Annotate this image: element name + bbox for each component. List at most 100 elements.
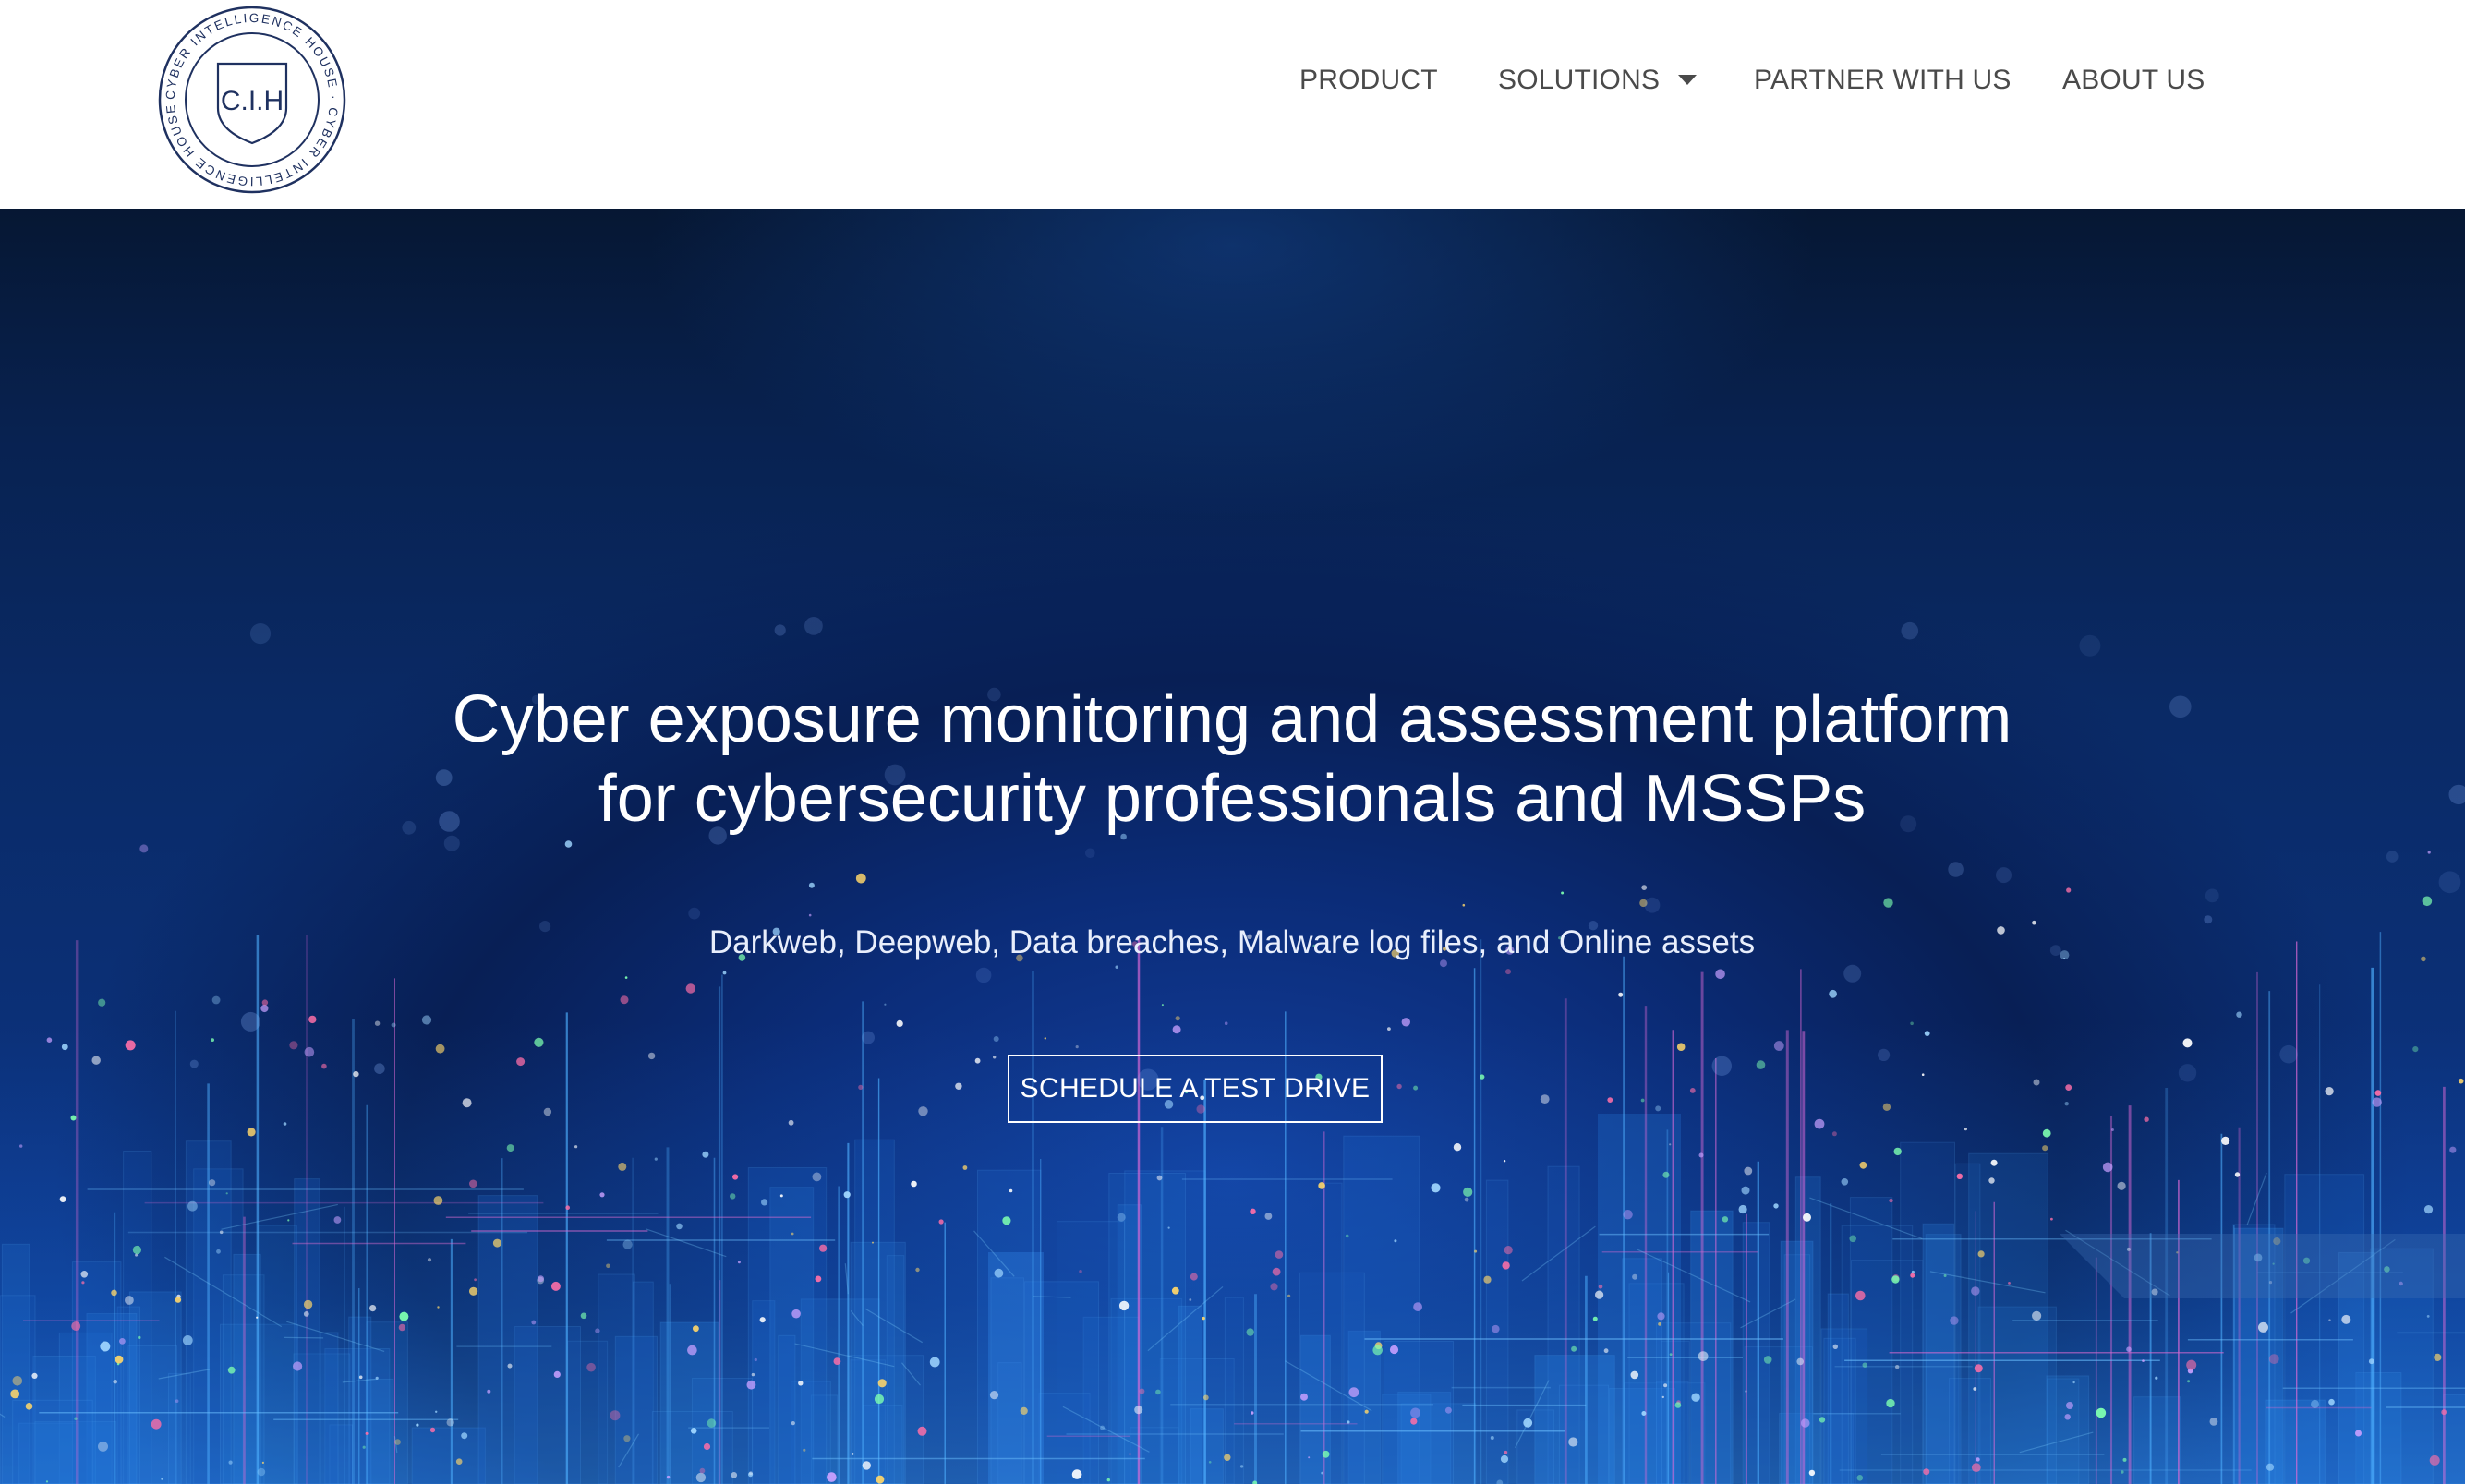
city-decoration <box>1171 1286 1179 1295</box>
city-decoration <box>1372 1345 1383 1356</box>
city-decoration <box>1463 1187 1473 1197</box>
city-decoration <box>1190 1408 1224 1484</box>
city-decoration <box>774 624 786 636</box>
city-decoration <box>1190 1273 1198 1281</box>
city-decoration <box>1644 897 1661 913</box>
city-decoration <box>477 1195 538 1484</box>
city-decoration <box>586 1362 596 1372</box>
city-decoration <box>113 1379 117 1384</box>
city-decoration <box>622 1239 633 1249</box>
city-decoration <box>1172 1025 1181 1034</box>
city-decoration <box>1175 1016 1180 1021</box>
city-decoration <box>228 1460 233 1465</box>
city-decoration <box>394 1439 401 1445</box>
city-decoration <box>365 1378 394 1484</box>
city-decoration <box>779 1194 783 1198</box>
city-decoration <box>1773 1203 1779 1209</box>
city-decoration <box>1698 1152 1704 1158</box>
city-decoration <box>1480 1074 1485 1080</box>
city-decoration <box>2204 915 2213 924</box>
city-decoration <box>1973 1387 1977 1391</box>
city-decoration <box>702 1151 709 1158</box>
city-decoration <box>240 1011 260 1032</box>
city-decoration <box>685 983 695 994</box>
city-decoration <box>804 617 823 635</box>
city-decoration <box>2079 634 2101 657</box>
hero-title: Cyber exposure monitoring and assessment… <box>308 680 2156 839</box>
city-decoration <box>189 1059 199 1068</box>
city-decoration <box>2421 956 2426 962</box>
city-decoration <box>1829 989 1837 998</box>
city-decoration <box>1676 1043 1686 1051</box>
city-decoration <box>1950 1316 1959 1325</box>
city-decoration <box>1741 1186 1750 1195</box>
city-decoration <box>321 1063 327 1069</box>
city-decoration <box>1592 1316 1598 1321</box>
city-decoration <box>2236 1011 2242 1018</box>
city-decoration <box>1630 1370 1639 1380</box>
city-decoration <box>618 1162 627 1171</box>
city-decoration <box>1855 1290 1866 1301</box>
city-decoration <box>1009 1188 1013 1193</box>
schedule-test-drive-button[interactable]: SCHEDULE A TEST DRIVE <box>1008 1055 1383 1123</box>
city-decoration <box>1921 1073 1925 1076</box>
city-decoration <box>1832 1344 1839 1350</box>
city-decoration <box>398 1323 406 1332</box>
nav-item-about-us[interactable]: ABOUT US <box>2062 59 2205 102</box>
city-decoration <box>81 1281 85 1285</box>
city-decoration <box>2133 1396 2181 1484</box>
city-decoration <box>2328 1398 2335 1406</box>
city-decoration <box>1744 1166 1753 1176</box>
city-decoration <box>666 1475 671 1479</box>
city-decoration <box>1299 1272 1365 1484</box>
nav-item-solutions[interactable]: SOLUTIONS <box>1498 59 1698 102</box>
city-decoration <box>1655 1105 1661 1112</box>
city-decoration <box>31 1372 38 1379</box>
site-header: CYBER INTELLIGENCE HOUSE · CYBER INTELLI… <box>0 0 2465 209</box>
city-decoration <box>2066 1402 2073 1409</box>
city-decoration <box>2008 1282 2011 1285</box>
city-decoration <box>610 1410 621 1421</box>
city-decoration <box>1246 1328 1254 1336</box>
city-decoration <box>1607 1097 1613 1103</box>
city-decoration <box>1603 1348 1609 1354</box>
city-decoration <box>1483 1275 1492 1284</box>
city-decoration <box>2448 784 2465 805</box>
city-decoration <box>1118 1300 1130 1311</box>
city-decoration <box>25 1403 33 1410</box>
city-decoration <box>260 1004 269 1013</box>
city-decoration <box>2049 945 2061 956</box>
city-decoration <box>1974 1364 1983 1373</box>
city-decoration <box>2032 1310 2042 1321</box>
city-decoration <box>45 1480 49 1483</box>
nav-item-product[interactable]: PRODUCT <box>1299 59 1438 102</box>
city-decoration <box>1503 1160 1506 1163</box>
city-decoration <box>474 1278 477 1282</box>
city-decoration <box>2033 1079 2040 1086</box>
city-decoration <box>2434 1353 2442 1361</box>
city-decoration <box>1410 1418 1418 1425</box>
city-decoration <box>1623 1210 1633 1220</box>
city-decoration <box>833 1357 841 1365</box>
city-decoration <box>2443 1394 2465 1484</box>
city-decoration <box>1924 1031 1930 1036</box>
city-decoration <box>1275 1250 1284 1259</box>
city-decoration <box>2258 1321 2268 1333</box>
city-decoration <box>506 1144 514 1152</box>
city-decoration <box>1287 1294 1291 1297</box>
city-decoration <box>353 1070 359 1078</box>
city-decoration <box>827 1472 837 1482</box>
city-decoration <box>917 1426 927 1436</box>
nav-item-partner-with-us[interactable]: PARTNER WITH US <box>1754 59 2012 102</box>
city-decoration <box>209 1179 216 1187</box>
city-decoration <box>132 1245 141 1255</box>
city-decoration <box>918 1106 928 1116</box>
city-decoration <box>468 1286 478 1296</box>
city-decoration <box>1814 1118 1825 1129</box>
city-decoration <box>1662 1171 1670 1178</box>
city-decoration <box>1641 885 1648 890</box>
city-decoration <box>693 1325 699 1333</box>
city-decoration <box>1075 1045 1079 1049</box>
city-decoration <box>74 1417 78 1420</box>
city-decoration <box>1669 1353 1673 1356</box>
